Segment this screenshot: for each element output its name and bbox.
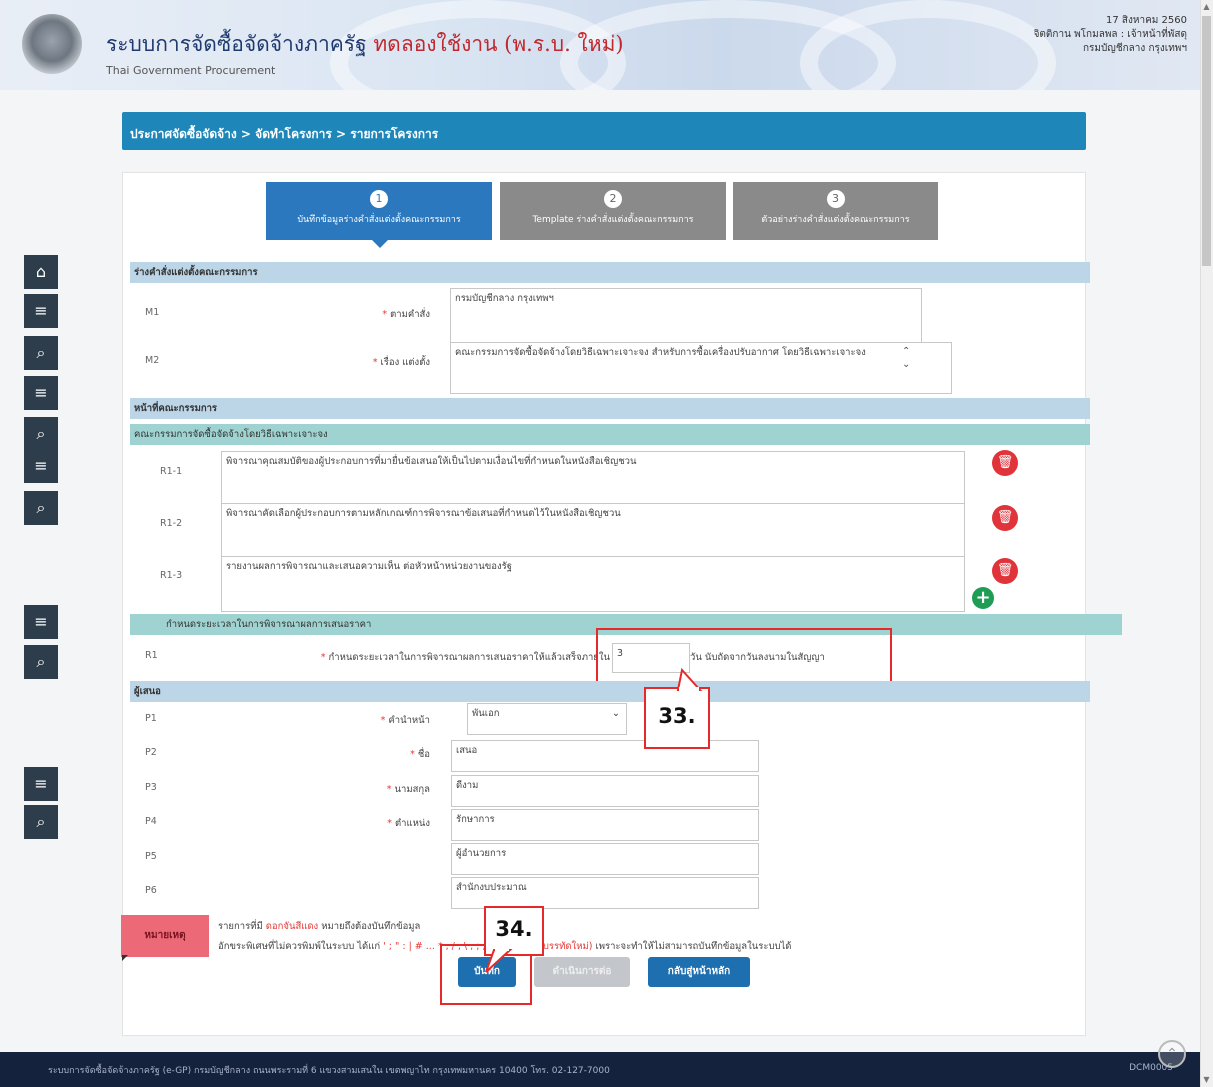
title-select-value: พันเอก: [472, 708, 500, 719]
field-label-m1: * ตามคำสั่ง: [382, 309, 430, 320]
field-label-p4: * ตำแหน่ง: [387, 818, 430, 829]
order-subject-textarea[interactable]: คณะกรรมการจัดซื้อจัดจ้างโดยวิธีเฉพาะเจาะ…: [450, 342, 952, 394]
note-tag: หมายเหตุ: [121, 915, 209, 957]
note-line-2: อักขระพิเศษที่ไม่ควรพิมพ์ในระบบ ได้แก่ '…: [218, 941, 792, 952]
callout-33-pointer: [676, 667, 703, 693]
first-name-input[interactable]: เสนอ: [451, 740, 759, 772]
note-tag-fold: [122, 955, 128, 961]
step-number: 3: [826, 190, 845, 208]
duty-field-r1-1[interactable]: พิจารณาคุณสมบัติของผู้ประกอบการที่มายื่น…: [221, 451, 965, 507]
callout-34-pointer: [485, 945, 513, 973]
search-icon[interactable]: ⌕: [24, 491, 58, 525]
field-code-r1: R1: [145, 650, 158, 661]
search-icon[interactable]: ⌕: [24, 805, 58, 839]
position-input[interactable]: รักษาการ: [451, 809, 759, 841]
field-code-p6: P6: [145, 885, 157, 896]
deadline-label: * กำหนดระยะเวลาในการพิจารณาผลการเสนอราคา…: [320, 652, 610, 663]
delete-icon[interactable]: 🗑: [992, 558, 1018, 584]
add-row-icon[interactable]: +: [972, 587, 994, 609]
section-header-proposer: ผู้เสนอ: [130, 681, 1090, 702]
field-label-p2: * ชื่อ: [410, 749, 430, 760]
step-3[interactable]: 3 ตัวอย่างร่างคำสั่งแต่งตั้งคณะกรรมการ: [733, 182, 938, 240]
order-by-field[interactable]: กรมบัญชีกลาง กรุงเทพฯ: [450, 288, 922, 346]
search-icon[interactable]: ⌕: [24, 417, 58, 451]
note-line-1: รายการที่มี ดอกจันสีแดง หมายถึงต้องบันทึ…: [218, 921, 421, 932]
app-title-main: ระบบการจัดซื้อจัดจ้างภาครัฐ: [106, 32, 367, 56]
position-line2-input[interactable]: ผู้อำนวยการ: [451, 843, 759, 875]
field-code-p5: P5: [145, 851, 157, 862]
app-title-trial: ทดลองใช้งาน (พ.ร.บ. ใหม่): [373, 32, 624, 56]
footer: ระบบการจัดซื้อจัดจ้างภาครัฐ (e-GP) กรมบั…: [0, 1052, 1200, 1087]
continue-button-disabled[interactable]: ดำเนินการต่อ: [534, 957, 630, 987]
field-label-p3: * นามสกุล: [386, 784, 430, 795]
field-code-p3: P3: [145, 782, 157, 793]
user-name: จิตติกาน พโกมลพล : เจ้าหน้าที่พัสดุ: [1033, 29, 1187, 40]
step-label: ตัวอย่างร่างคำสั่งแต่งตั้งคณะกรรมการ: [761, 215, 910, 225]
search-icon[interactable]: ⌕: [24, 645, 58, 679]
section-header-committee: คณะกรรมการจัดซื้อจัดจ้างโดยวิธีเฉพาะเจาะ…: [130, 424, 1090, 445]
section-header-duties: หน้าที่คณะกรรมการ: [130, 398, 1090, 419]
callout-33: 33.: [644, 687, 710, 749]
highlight-box-33: [596, 628, 892, 683]
app-title: ระบบการจัดซื้อจัดจ้างภาครัฐ ทดลองใช้งาน …: [106, 28, 624, 61]
current-date: 17 สิงหาคม 2560: [1105, 15, 1187, 26]
field-code-r1-3: R1-3: [160, 570, 183, 581]
step-label: Template ร่างคำสั่งแต่งตั้งคณะกรรมการ: [532, 215, 694, 225]
menu-icon[interactable]: ≡: [24, 294, 58, 328]
last-name-input[interactable]: ดีงาม: [451, 775, 759, 807]
duty-field-r1-3[interactable]: รายงานผลการพิจารณาและเสนอความเห็น ต่อหัว…: [221, 556, 965, 612]
user-info: 17 สิงหาคม 2560 จิตติกาน พโกมลพล : เจ้าห…: [857, 14, 1187, 56]
menu-icon[interactable]: ≡: [24, 605, 58, 639]
duty-field-r1-2[interactable]: พิจารณาคัดเลือกผู้ประกอบการตามหลักเกณฑ์ก…: [221, 503, 965, 559]
step-label: บันทึกข้อมูลร่างคำสั่งแต่งตั้งคณะกรรมการ: [297, 215, 461, 225]
field-code-p2: P2: [145, 747, 157, 758]
chevron-down-icon: ⌄: [612, 708, 620, 719]
step-number: 1: [370, 190, 388, 208]
field-code-m2: M2: [145, 355, 160, 366]
home-icon[interactable]: ⌂: [24, 255, 58, 289]
step-1[interactable]: 1 บันทึกข้อมูลร่างคำสั่งแต่งตั้งคณะกรรมก…: [266, 182, 492, 240]
textarea-scroll-icons[interactable]: ⌃ ⌄: [902, 345, 910, 371]
field-code-p4: P4: [145, 816, 157, 827]
menu-icon[interactable]: ≡: [24, 376, 58, 410]
note-text: รายการที่มี ดอกจันสีแดง หมายถึงต้องบันทึ…: [218, 917, 1018, 957]
step-number: 2: [604, 190, 622, 208]
menu-icon[interactable]: ≡: [24, 767, 58, 801]
field-code-m1: M1: [145, 307, 160, 318]
field-code-p1: P1: [145, 713, 157, 724]
field-label-m2: * เรื่อง แต่งตั้ง: [372, 357, 430, 368]
section-header-order: ร่างคำสั่งแต่งตั้งคณะกรรมการ: [130, 262, 1090, 283]
back-to-main-button[interactable]: กลับสู่หน้าหลัก: [648, 957, 750, 987]
scroll-up-icon[interactable]: ▲: [1200, 0, 1213, 14]
user-department: กรมบัญชีกลาง กรุงเทพฯ: [1082, 43, 1187, 54]
step-active-indicator: [372, 240, 388, 248]
scroll-to-top-icon[interactable]: ⌃: [1158, 1040, 1186, 1068]
breadcrumb[interactable]: ประกาศจัดซื้อจัดจ้าง > จัดทำโครงการ > รา…: [122, 112, 1086, 150]
step-2[interactable]: 2 Template ร่างคำสั่งแต่งตั้งคณะกรรมการ: [500, 182, 726, 240]
search-icon[interactable]: ⌕: [24, 336, 58, 370]
scrollbar-thumb[interactable]: [1202, 16, 1211, 266]
title-select[interactable]: พันเอก ⌄: [467, 703, 627, 735]
delete-icon[interactable]: 🗑: [992, 450, 1018, 476]
delete-icon[interactable]: 🗑: [992, 505, 1018, 531]
field-code-r1-1: R1-1: [160, 466, 183, 477]
menu-icon[interactable]: ≡: [24, 449, 58, 483]
scroll-down-icon[interactable]: ▼: [1200, 1073, 1213, 1087]
app-subtitle: Thai Government Procurement: [106, 64, 276, 77]
agency-input[interactable]: สำนักงบประมาณ: [451, 877, 759, 909]
garuda-logo-icon: [22, 14, 82, 74]
field-code-r1-2: R1-2: [160, 518, 183, 529]
field-label-p1: * คำนำหน้า: [380, 715, 430, 726]
